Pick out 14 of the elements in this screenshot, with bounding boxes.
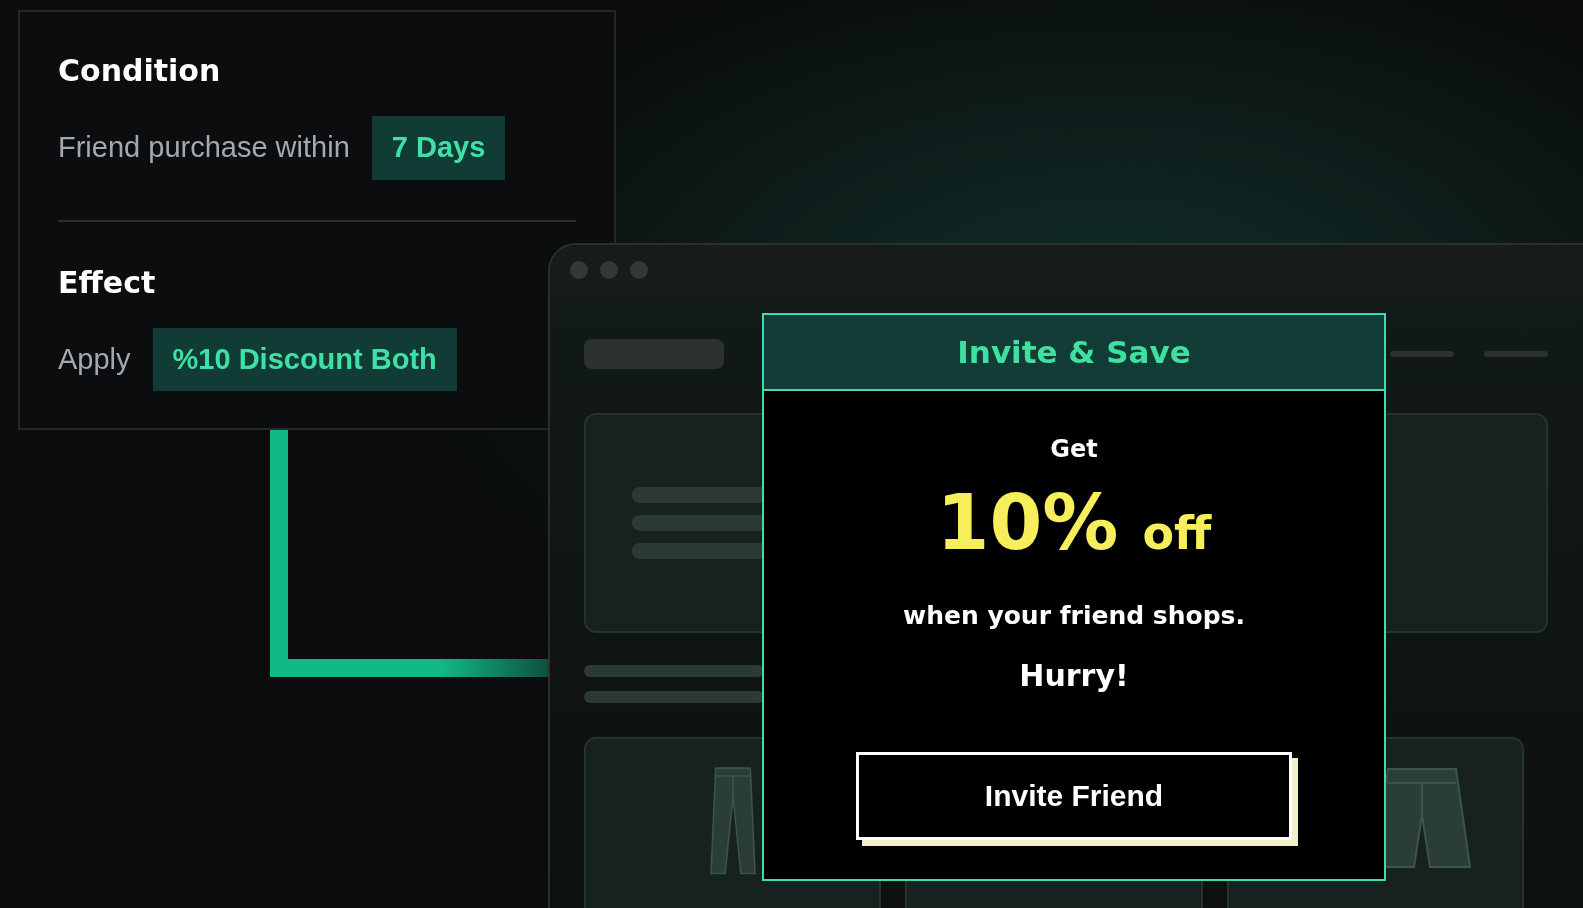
popup-message: when your friend shops.	[903, 600, 1245, 632]
nav-placeholder[interactable]	[1484, 351, 1548, 357]
rule-label: Apply	[58, 341, 131, 377]
popup-lead: Get	[1050, 434, 1098, 465]
nav-placeholder[interactable]	[1390, 351, 1454, 357]
section-title: Effect	[58, 267, 157, 298]
rule-value-chip[interactable]: 7 Days	[371, 116, 506, 180]
popup-urgency: Hurry!	[1019, 656, 1129, 695]
discount-suffix: off	[1142, 510, 1212, 556]
discount-amount: 10%	[936, 485, 1119, 561]
section-title: Condition	[58, 56, 222, 86]
rule-label: Friend purchase within	[58, 130, 350, 165]
rule-value-chip[interactable]: %10 Discount Both	[152, 327, 457, 391]
popup-title: Invite & Save	[957, 332, 1191, 372]
